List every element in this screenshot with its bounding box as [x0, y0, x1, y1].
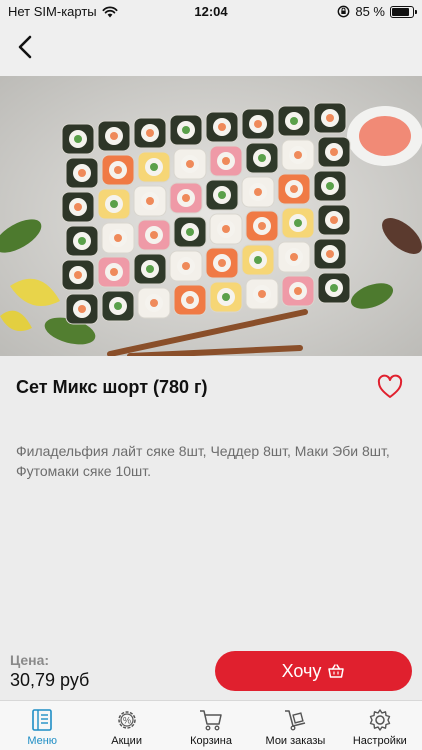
chevron-left-icon — [18, 35, 32, 59]
sushi-set-illustration — [0, 76, 422, 356]
add-to-cart-label: Хочу — [281, 660, 322, 681]
price-value: 30,79 руб — [10, 670, 90, 690]
basket-icon — [328, 664, 345, 678]
discount-gear-icon: % — [117, 711, 136, 729]
heart-icon — [377, 374, 403, 398]
tab-settings-label: Настройки — [352, 735, 407, 747]
back-button[interactable] — [8, 30, 42, 64]
gear-icon — [369, 709, 391, 731]
tab-my-orders-label: Мои заказы — [265, 735, 326, 747]
tab-promotions[interactable]: % Акции — [84, 701, 168, 750]
product-image — [0, 76, 422, 356]
tab-settings[interactable]: Настройки — [338, 701, 422, 750]
product-title: Сет Микс шорт (780 г) — [16, 377, 208, 397]
cart-icon — [200, 710, 222, 731]
tab-bar: Меню % Акции Корзина Мои заказы Настройк… — [0, 700, 422, 750]
battery-percent: 85 % — [355, 4, 385, 19]
add-to-cart-button[interactable]: Хочу — [215, 651, 412, 691]
tab-menu[interactable]: Меню — [0, 701, 84, 750]
hand-truck-icon — [285, 710, 306, 731]
status-right: 85 % — [337, 4, 417, 19]
svg-text:%: % — [123, 716, 131, 726]
price-label: Цена: — [10, 652, 50, 668]
tab-my-orders[interactable]: Мои заказы — [253, 701, 337, 750]
nav-bar — [0, 22, 422, 76]
tab-cart[interactable]: Корзина — [169, 701, 253, 750]
rotation-lock-icon — [337, 5, 350, 18]
product-description: Филадельфия лайт сяке 8шт, Чеддер 8шт, М… — [16, 443, 390, 479]
favorite-button[interactable] — [376, 373, 404, 401]
product-details: Сет Микс шорт (780 г) Филадельфия лайт с… — [0, 356, 422, 646]
status-bar: Нет SIM-карты 12:04 85 % — [0, 0, 422, 22]
tab-promotions-label: Акции — [111, 735, 142, 747]
battery-icon — [390, 5, 417, 18]
menu-book-icon — [32, 709, 53, 731]
tab-menu-label: Меню — [27, 735, 58, 747]
tab-cart-label: Корзина — [190, 735, 232, 747]
